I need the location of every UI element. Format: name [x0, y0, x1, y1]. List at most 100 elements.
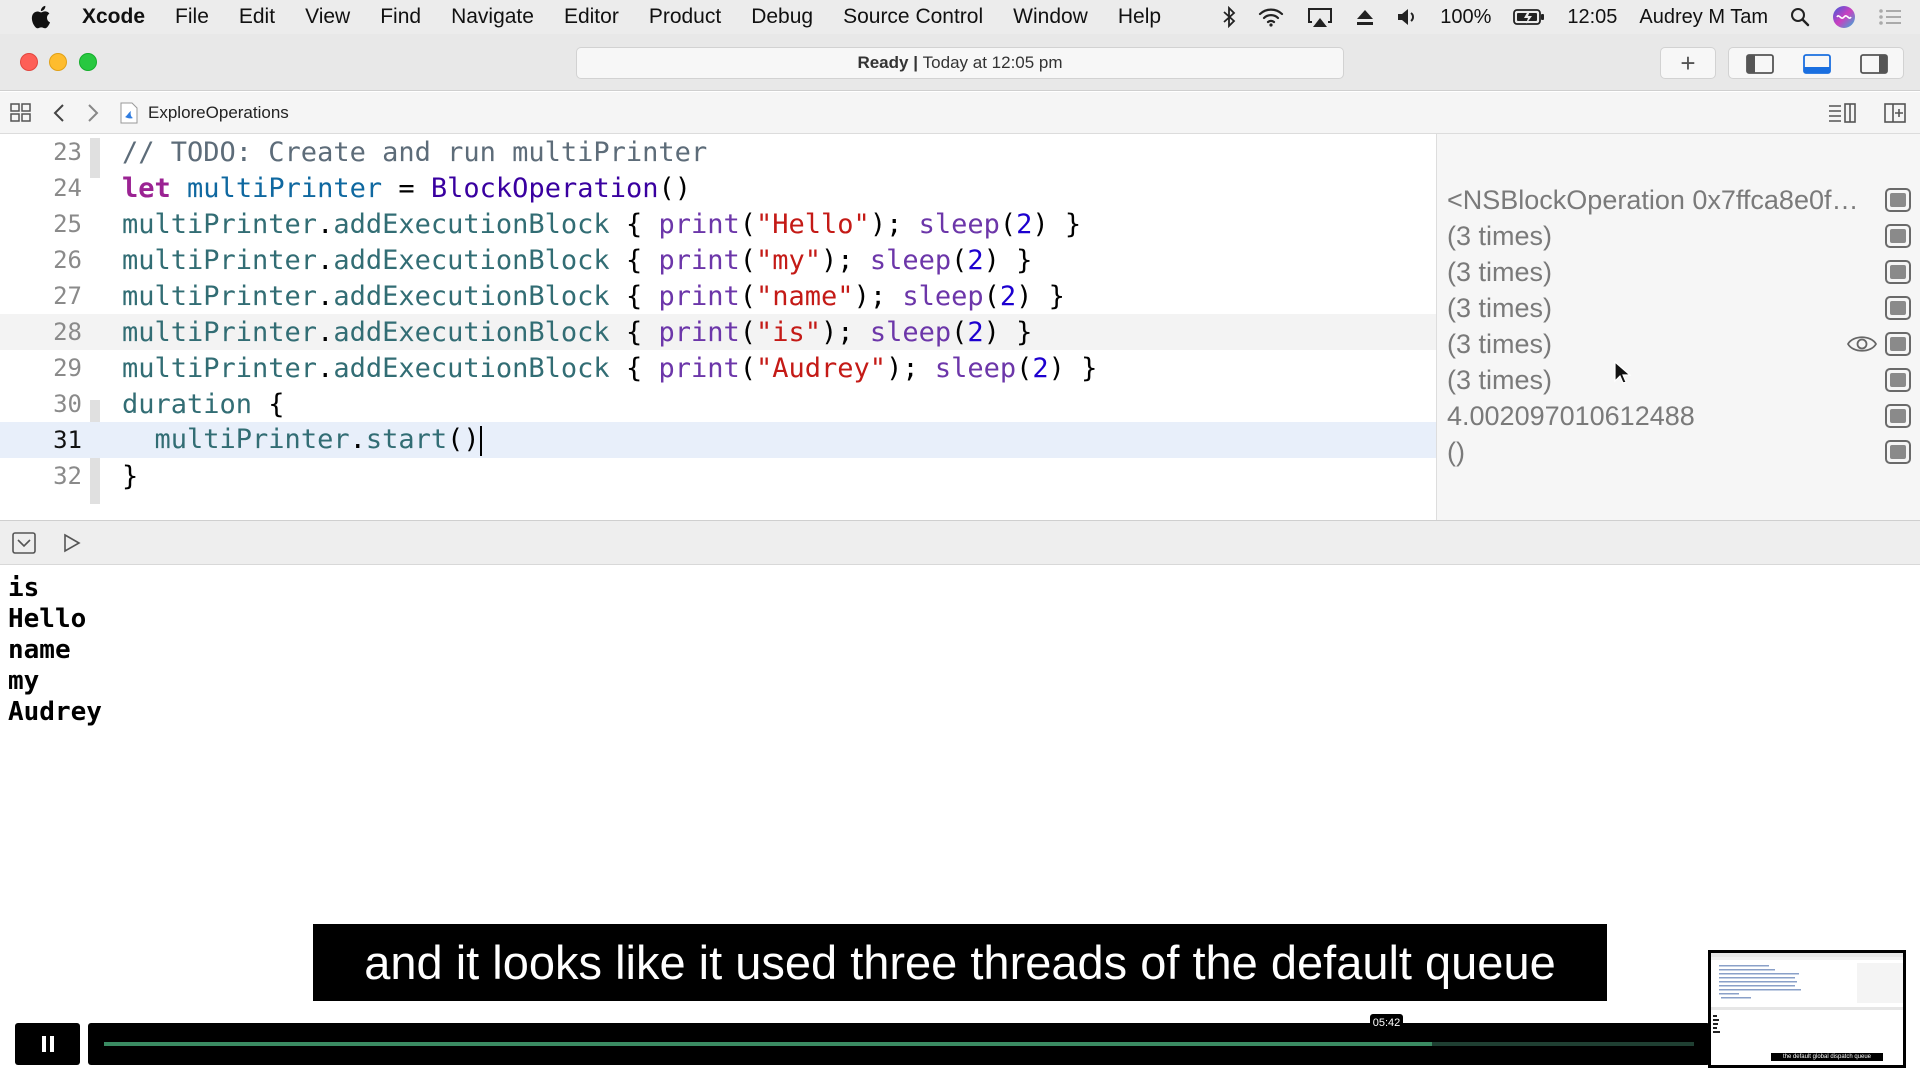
playground-results-sidebar: <NSBlockOperation 0x7ffca8e0f7... (3 tim… — [1436, 134, 1920, 520]
show-result-icon[interactable] — [1885, 332, 1911, 356]
window-toolbar: Ready | Today at 12:05 pm + — [0, 34, 1920, 91]
toggle-inspector-icon[interactable] — [1860, 54, 1888, 79]
breadcrumb-file-name[interactable]: ExploreOperations — [148, 103, 289, 123]
video-timestamp: 05:42 — [1370, 1014, 1403, 1031]
battery-icon[interactable] — [1513, 8, 1545, 26]
menu-find[interactable]: Find — [380, 5, 421, 29]
apple-icon[interactable] — [30, 5, 52, 29]
activity-viewer: Ready | Today at 12:05 pm — [576, 47, 1344, 79]
back-chevron-icon[interactable] — [52, 103, 66, 123]
menu-app-name[interactable]: Xcode — [82, 5, 145, 29]
thumbnail-caption: the default global dispatch queue — [1771, 1053, 1883, 1061]
code-text: let multiPrinter = BlockOperation() — [122, 172, 691, 204]
video-progress-bar[interactable] — [88, 1023, 1710, 1065]
show-result-icon[interactable] — [1885, 188, 1911, 212]
debug-bar — [0, 520, 1920, 565]
playground-file-icon — [120, 102, 138, 124]
console-line: name — [8, 635, 71, 665]
code-text: multiPrinter.addExecutionBlock { print("… — [122, 352, 1098, 384]
result-value: (3 times) — [1447, 220, 1553, 251]
result-value: () — [1447, 436, 1465, 467]
bluetooth-icon[interactable] — [1222, 6, 1236, 28]
result-value: <NSBlockOperation 0x7ffca8e0f7... — [1447, 184, 1867, 215]
line-number: 24 — [53, 174, 82, 202]
code-line[interactable]: 32 } — [0, 458, 1436, 494]
line-number: 23 — [53, 138, 82, 166]
line-number: 25 — [53, 210, 82, 238]
code-text: multiPrinter.start() — [154, 424, 482, 456]
menu-help[interactable]: Help — [1118, 5, 1161, 29]
volume-icon[interactable] — [1396, 7, 1418, 27]
code-line[interactable]: 28 multiPrinter.addExecutionBlock { prin… — [0, 314, 1436, 350]
code-text: multiPrinter.addExecutionBlock { print("… — [122, 316, 1033, 348]
console-line: Audrey — [8, 697, 102, 727]
spotlight-search-icon[interactable] — [1790, 7, 1810, 27]
source-editor[interactable]: 23 // TODO: Create and run multiPrinter … — [0, 134, 1436, 520]
current-code-line[interactable]: 31 multiPrinter.start() — [0, 422, 1436, 458]
code-line[interactable]: 23 // TODO: Create and run multiPrinter — [0, 134, 1436, 170]
result-value: (3 times) — [1447, 256, 1553, 287]
code-text: } — [122, 460, 139, 492]
menu-product[interactable]: Product — [649, 5, 721, 29]
menu-window[interactable]: Window — [1013, 5, 1088, 29]
menu-bar: Xcode File Edit View Find Navigate Edito… — [0, 0, 1920, 34]
show-result-icon[interactable] — [1885, 296, 1911, 320]
add-editor-icon[interactable] — [1884, 103, 1906, 123]
menu-file[interactable]: File — [175, 5, 209, 29]
menu-debug[interactable]: Debug — [751, 5, 813, 29]
eject-icon[interactable] — [1356, 8, 1374, 26]
notification-center-icon[interactable] — [1878, 7, 1902, 27]
menu-clock[interactable]: 12:05 — [1567, 6, 1617, 29]
console-line: is — [8, 573, 40, 603]
toggle-debug-area-icon[interactable] — [1803, 54, 1831, 79]
menu-source-control[interactable]: Source Control — [843, 5, 983, 29]
progress-fill — [104, 1042, 1432, 1046]
hide-debug-area-icon[interactable] — [12, 532, 36, 559]
menu-editor[interactable]: Editor — [564, 5, 619, 29]
library-add-button[interactable]: + — [1660, 47, 1716, 79]
code-line[interactable]: 26 multiPrinter.addExecutionBlock { prin… — [0, 242, 1436, 278]
menu-navigate[interactable]: Navigate — [451, 5, 534, 29]
airplay-icon[interactable] — [1306, 6, 1334, 28]
code-line[interactable]: 24 let multiPrinter = BlockOperation() — [0, 170, 1436, 206]
result-row: (3 times) — [1437, 254, 1920, 290]
siri-icon[interactable] — [1832, 5, 1856, 29]
minimize-window-button[interactable] — [49, 53, 67, 71]
code-line[interactable]: 29 multiPrinter.addExecutionBlock { prin… — [0, 350, 1436, 386]
code-text: multiPrinter.addExecutionBlock { print("… — [122, 244, 1033, 276]
code-line[interactable]: 30 duration { — [0, 386, 1436, 422]
line-number: 26 — [53, 246, 82, 274]
line-number: 31 — [53, 426, 82, 454]
menu-edit[interactable]: Edit — [239, 5, 275, 29]
show-result-icon[interactable] — [1885, 368, 1911, 392]
mouse-cursor-icon — [1614, 360, 1631, 384]
code-line[interactable]: 25 multiPrinter.addExecutionBlock { prin… — [0, 206, 1436, 242]
code-review-icon[interactable] — [1828, 103, 1856, 123]
show-result-icon[interactable] — [1885, 404, 1911, 428]
console-output[interactable]: is Hello name my Audrey — [0, 565, 1920, 1080]
line-number: 32 — [53, 462, 82, 490]
zoom-window-button[interactable] — [79, 53, 97, 71]
result-row: <NSBlockOperation 0x7ffca8e0f7... — [1437, 182, 1920, 218]
forward-chevron-icon[interactable] — [86, 103, 100, 123]
run-playground-icon[interactable] — [62, 533, 82, 558]
close-window-button[interactable] — [20, 53, 38, 71]
show-result-icon[interactable] — [1885, 224, 1911, 248]
wifi-icon[interactable] — [1258, 7, 1284, 27]
status-separator: | — [908, 53, 923, 72]
menu-user[interactable]: Audrey M Tam — [1639, 6, 1768, 29]
related-items-grid-icon[interactable] — [10, 103, 32, 123]
jump-bar: ExploreOperations — [0, 92, 1920, 134]
show-result-icon[interactable] — [1885, 440, 1911, 464]
panel-toggle-group — [1728, 47, 1904, 79]
pause-button[interactable] — [15, 1023, 80, 1065]
quick-look-eye-icon[interactable] — [1847, 333, 1877, 355]
code-line[interactable]: 27 multiPrinter.addExecutionBlock { prin… — [0, 278, 1436, 314]
progress-track — [104, 1042, 1694, 1046]
show-result-icon[interactable] — [1885, 260, 1911, 284]
toggle-navigator-icon[interactable] — [1746, 54, 1774, 79]
text-cursor — [479, 425, 482, 456]
battery-percent[interactable]: 100% — [1440, 6, 1491, 29]
console-line: my — [8, 666, 40, 696]
menu-view[interactable]: View — [305, 5, 350, 29]
